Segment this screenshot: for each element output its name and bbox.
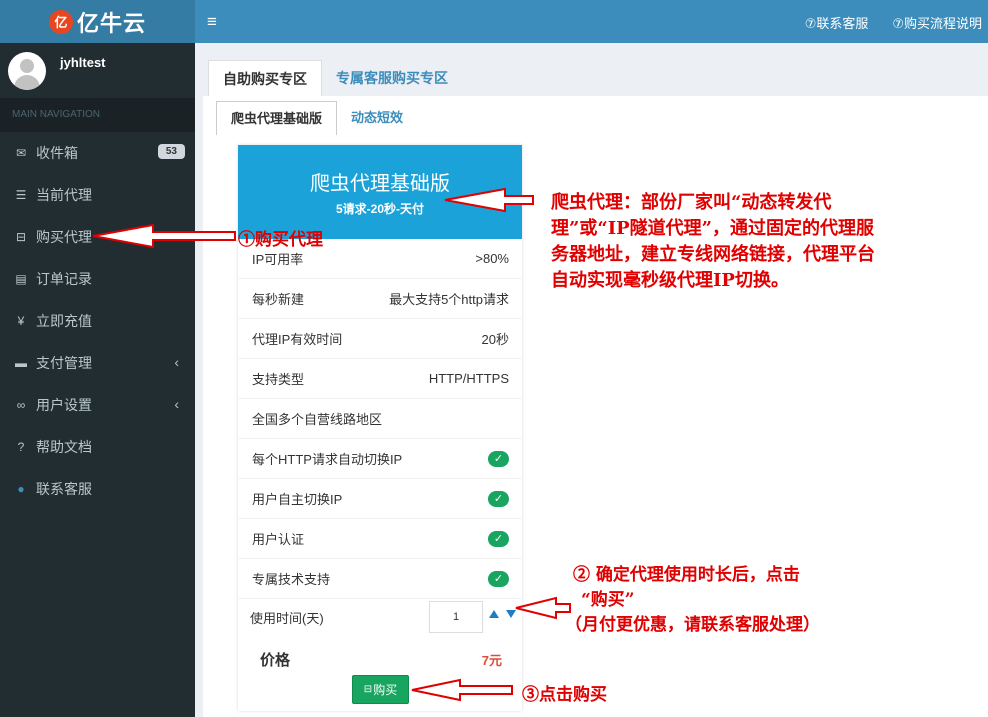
sidebar-item-label: 立即充值 [36,313,92,329]
feature-row: 专属技术支持 ✓ [238,559,522,599]
duration-row: 使用时间(天) 1 [238,599,522,635]
user-icon: ● [17,482,25,496]
check-icon: ✓ [488,570,509,587]
annotation-step2-line: ② 确定代理使用时长后，点击 [573,565,800,585]
nav-section-header: MAIN NAVIGATION [0,98,195,132]
increment-arrow-icon[interactable] [489,610,499,618]
check-icon: ✓ [488,530,509,547]
tab-self-service[interactable]: 自助购买专区 [208,60,322,96]
tab-dynamic-short[interactable]: 动态短效 [337,101,417,135]
feature-row: 用户认证 ✓ [238,519,522,559]
purchase-guide-link[interactable]: ⑦购买流程说明 [892,13,982,32]
primary-tabs: 自助购买专区 专属客服购买专区 [208,60,462,96]
feature-row: 用户自主切换IP ✓ [238,479,522,519]
logo[interactable]: 亿 亿牛云 [0,0,195,43]
envelope-icon: ✉ [15,146,27,160]
user-panel: jyhltest [0,43,195,98]
spec-row: 支持类型 HTTP/HTTPS [238,359,522,399]
sidebar-item-inbox[interactable]: ✉ 收件箱 53 [0,132,195,174]
sidebar-item-label: 帮助文档 [36,439,92,455]
sidebar-item-help[interactable]: ? 帮助文档 [0,426,195,468]
cart-icon: ⊟ [15,230,27,244]
tab-crawler-basic[interactable]: 爬虫代理基础版 [216,101,338,135]
spec-row: 全国多个自营线路地区 [238,399,522,439]
top-bar: ≡ ⑦联系客服 ⑦购买流程说明 [195,0,988,43]
sidebar-item-user-settings[interactable]: ∞ 用户设置 ‹ [0,384,195,426]
spec-label: 代理IP有效时间 [252,332,343,347]
credit-card-icon: ▬ [15,356,27,370]
check-icon: ✓ [488,450,509,467]
sidebar-item-buy-proxy[interactable]: ⊟ 购买代理 [0,216,195,258]
avatar [8,51,46,90]
spec-value: 20秒 [481,332,509,347]
chevron-left-icon: ‹ [174,396,179,412]
sidebar-item-label: 购买代理 [36,229,92,245]
annotation-step2-line: “购买” [581,590,635,610]
product-subtitle: 5请求-20秒-天付 [335,202,424,216]
sidebar-item-orders[interactable]: ▤ 订单记录 [0,258,195,300]
buy-button[interactable]: ⊟ 购买 [352,675,409,704]
sidebar-item-current-proxy[interactable]: ☰ 当前代理 [0,174,195,216]
sidebar-item-recharge[interactable]: ¥ 立即充值 [0,300,195,342]
annotation-step1: ①购买代理 [238,230,323,250]
spec-row: 每秒新建 最大支持5个http请求 [238,279,522,319]
price-label: 价格 [260,651,291,669]
annotation-step3: ③点击购买 [522,685,607,705]
feature-row: 每个HTTP请求自动切换IP ✓ [238,439,522,479]
annotation-step2-line: （月付更优惠，请联系客服处理） [565,615,820,635]
annotation-step2: ② 确定代理使用时长后，点击 “购买” （月付更优惠，请联系客服处理） [565,563,913,638]
sidebar-item-label: 支付管理 [36,355,92,371]
buy-button-label: 购买 [373,683,398,697]
hamburger-menu-icon[interactable]: ≡ [207,12,217,32]
feature-label: 专属技术支持 [252,572,331,587]
tab-dedicated-service[interactable]: 专属客服购买专区 [322,60,462,96]
decrement-arrow-icon[interactable] [506,610,516,618]
spec-value: >80% [475,251,509,266]
spec-row: 代理IP有效时间 20秒 [238,319,522,359]
spec-value: HTTP/HTTPS [428,371,509,386]
yen-icon: ¥ [17,314,25,328]
spec-label: 支持类型 [252,372,305,387]
price-value: 7元 [481,652,502,668]
sidebar-item-label: 收件箱 [36,145,78,161]
username: jyhltest [60,55,106,70]
logo-mark: 亿 [48,9,73,34]
sidebar-item-label: 联系客服 [36,481,92,497]
product-title: 爬虫代理基础版 [310,171,450,195]
secondary-tabs: 爬虫代理基础版 动态短效 [216,101,417,135]
sidebar-item-label: 订单记录 [36,271,92,287]
chevron-left-icon: ‹ [174,354,179,370]
question-icon: ? [17,440,25,454]
sidebar-item-label: 用户设置 [36,397,92,413]
annotation-note: 爬虫代理：部份厂家叫“动态转发代理”或“IP隧道代理”，通过固定的代理服务器地址… [551,192,875,291]
sidebar-item-contact[interactable]: ● 联系客服 [0,468,195,510]
spec-value: 最大支持5个http请求 [389,292,509,307]
feature-label: 用户认证 [252,532,305,547]
duration-input[interactable]: 1 [429,601,483,633]
sidebar: jyhltest MAIN NAVIGATION ✉ 收件箱 53 ☰ 当前代理… [0,43,195,717]
sidebar-item-payment[interactable]: ▬ 支付管理 ‹ [0,342,195,384]
contact-support-link[interactable]: ⑦联系客服 [805,13,869,32]
feature-label: 用户自主切换IP [252,492,343,507]
table-icon: ▤ [15,272,27,286]
spec-label: 全国多个自营线路地区 [252,412,383,427]
feature-label: 每个HTTP请求自动切换IP [252,452,403,467]
spec-label: IP可用率 [252,252,304,267]
list-icon: ☰ [15,188,27,202]
check-icon: ✓ [488,490,509,507]
inbox-count-badge: 53 [157,144,185,159]
sidebar-item-label: 当前代理 [36,187,92,203]
spec-label: 每秒新建 [252,292,305,307]
cart-icon: ⊟ [363,684,373,695]
link-icon: ∞ [16,398,26,412]
duration-label: 使用时间(天) [250,610,324,626]
top-nav: ⑦联系客服 ⑦购买流程说明 [805,13,982,32]
logo-text: 亿牛云 [76,10,146,36]
